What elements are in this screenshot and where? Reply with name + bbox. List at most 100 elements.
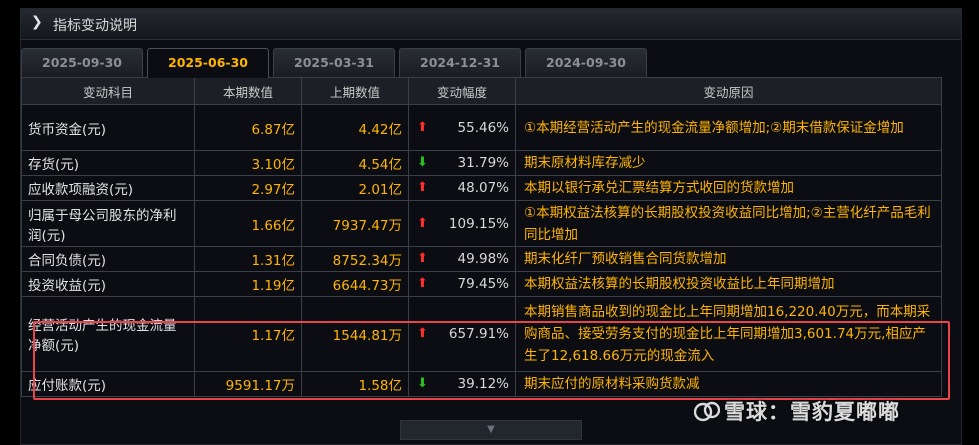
- current-value-number: 1.31: [251, 253, 282, 269]
- previous-value: 6644.73万: [301, 271, 409, 297]
- previous-value: 1.58亿: [301, 371, 409, 397]
- current-value: 1.17亿: [194, 296, 302, 372]
- arrow-up-icon: ⬆: [417, 326, 428, 341]
- chevron-right-icon[interactable]: ❯: [31, 14, 43, 30]
- previous-value: 2.01亿: [301, 175, 409, 201]
- current-value: 6.87亿: [194, 104, 302, 151]
- change-percent-value: 55.46%: [457, 119, 509, 136]
- previous-value-number: 4.54: [358, 157, 389, 173]
- current-value-number: 3.10: [251, 157, 282, 173]
- current-value: 1.19亿: [194, 271, 302, 297]
- current-value-number: 1.66: [251, 217, 282, 234]
- change-percent-value: 31.79%: [457, 155, 509, 171]
- table-row: 应付账款(元) 9591.17万 1.58亿 ⬇ 39.12% 期末应付的原材料采购货款减: [21, 371, 942, 397]
- change-percent-value: 657.91%: [448, 326, 509, 342]
- change-percent: ⬇ 39.12%: [408, 371, 516, 397]
- arrow-down-icon: ⬇: [417, 376, 428, 391]
- previous-value-unit: 亿: [388, 157, 403, 173]
- watermark-text: 雪球：雪豹夏嘟嘟: [724, 400, 900, 424]
- previous-value-number: 7937.47: [332, 217, 389, 234]
- change-percent: ⬇ 31.79%: [408, 150, 516, 176]
- change-percent: ⬆ 79.45%: [408, 271, 516, 297]
- column-header: 变动幅度: [408, 77, 516, 105]
- current-value: 3.10亿: [194, 150, 302, 176]
- scroll-down-button[interactable]: ▼: [400, 420, 582, 440]
- table-row: 投资收益(元) 1.19亿 6644.73万 ⬆ 79.45% 本期权益法核算的长期股权投…: [21, 271, 942, 297]
- table-header-row: 变动科目 本期数值 上期数值 变动幅度 变动原因: [21, 77, 942, 105]
- previous-value-unit: 万: [388, 328, 403, 344]
- tab-2025-03-31[interactable]: 2025-03-31: [273, 48, 395, 77]
- item-name: 应付账款(元): [21, 371, 195, 397]
- item-name: 经营活动产生的现金流量净额(元): [21, 296, 195, 372]
- arrow-up-icon: ⬆: [417, 119, 428, 135]
- table-row: 合同负债(元) 1.31亿 8752.34万 ⬆ 49.98% 期末化纤厂预收销售合同货款…: [21, 246, 942, 272]
- item-name: 投资收益(元): [21, 271, 195, 297]
- change-reason: 本期以银行承兑汇票结算方式收回的货款增加: [515, 175, 942, 201]
- current-value-unit: 万: [281, 378, 296, 394]
- change-reason: ①本期权益法核算的长期股权投资收益同比增加;②主营化纤产品毛利同比增加: [515, 200, 942, 247]
- current-value-number: 9591.17: [225, 378, 282, 394]
- change-table: 变动科目 本期数值 上期数值 变动幅度 变动原因 货币资金(元) 6.87亿 4.4…: [21, 77, 942, 397]
- change-percent: ⬆ 49.98%: [408, 246, 516, 272]
- current-value-unit: 亿: [281, 157, 296, 173]
- change-percent-value: 79.45%: [457, 276, 509, 292]
- change-percent-value: 48.07%: [457, 180, 509, 196]
- current-value-unit: 亿: [281, 278, 296, 294]
- arrow-up-icon: ⬆: [417, 215, 428, 231]
- change-percent-value: 109.15%: [448, 215, 509, 232]
- current-value: 9591.17万: [194, 371, 302, 397]
- current-value: 1.66亿: [194, 200, 302, 247]
- tab-2024-09-30[interactable]: 2024-09-30: [525, 48, 647, 77]
- previous-value-unit: 万: [388, 278, 403, 294]
- previous-value-unit: 亿: [388, 121, 403, 138]
- change-percent: ⬆ 48.07%: [408, 175, 516, 201]
- change-reason: 期末原材料库存减少: [515, 150, 942, 176]
- previous-value-number: 1.58: [358, 378, 389, 394]
- column-header: 变动原因: [515, 77, 942, 105]
- current-value: 1.31亿: [194, 246, 302, 272]
- arrow-down-icon: ⬇: [417, 155, 428, 170]
- arrow-up-icon: ⬆: [417, 180, 428, 195]
- chevron-down-icon: ▼: [487, 424, 495, 435]
- previous-value-number: 1544.81: [332, 328, 389, 344]
- previous-value: 4.42亿: [301, 104, 409, 151]
- previous-value-number: 2.01: [358, 182, 389, 198]
- watermark: 雪球：雪豹夏嘟嘟: [694, 396, 900, 426]
- tab-2025-09-30[interactable]: 2025-09-30: [21, 48, 143, 77]
- change-reason: 本期销售商品收到的现金比上年同期增加16,220.40万元，而本期采购商品、接受…: [515, 296, 942, 372]
- current-value-unit: 亿: [281, 253, 296, 269]
- previous-value-unit: 亿: [388, 378, 403, 394]
- column-header: 上期数值: [301, 77, 409, 105]
- change-percent: ⬆ 55.46%: [408, 104, 516, 151]
- panel-header: ❯ 指标变动说明: [21, 9, 961, 40]
- current-value-number: 1.19: [251, 278, 282, 294]
- table-row: 归属于母公司股东的净利润(元) 1.66亿 7937.47万 ⬆ 109.15% ①本期权…: [21, 200, 942, 247]
- previous-value: 8752.34万: [301, 246, 409, 272]
- tab-2024-12-31[interactable]: 2024-12-31: [399, 48, 521, 77]
- current-value-number: 6.87: [251, 121, 282, 138]
- current-value-number: 2.97: [251, 182, 282, 198]
- current-value-number: 1.17: [251, 328, 282, 344]
- arrow-up-icon: ⬆: [417, 251, 428, 266]
- column-header: 变动科目: [21, 77, 195, 105]
- item-name: 合同负债(元): [21, 246, 195, 272]
- change-percent: ⬆ 657.91%: [408, 296, 516, 372]
- change-percent: ⬆ 109.15%: [408, 200, 516, 247]
- previous-value: 4.54亿: [301, 150, 409, 176]
- change-percent-value: 39.12%: [457, 376, 509, 392]
- current-value-unit: 亿: [281, 121, 296, 138]
- change-reason: 本期权益法核算的长期股权投资收益比上年同期增加: [515, 271, 942, 297]
- previous-value-number: 6644.73: [332, 278, 389, 294]
- arrow-up-icon: ⬆: [417, 276, 428, 291]
- current-value-unit: 亿: [281, 328, 296, 344]
- change-reason: 期末应付的原材料采购货款减: [515, 371, 942, 397]
- current-value-unit: 亿: [281, 217, 296, 234]
- change-reason: ①本期经营活动产生的现金流量净额增加;②期末借款保证金增加: [515, 104, 942, 151]
- tab-2025-06-30[interactable]: 2025-06-30: [147, 48, 269, 78]
- change-percent-value: 49.98%: [457, 251, 509, 267]
- column-header: 本期数值: [194, 77, 302, 105]
- item-name: 货币资金(元): [21, 104, 195, 151]
- item-name: 归属于母公司股东的净利润(元): [21, 200, 195, 247]
- previous-value-number: 8752.34: [332, 253, 389, 269]
- current-value-unit: 亿: [281, 182, 296, 198]
